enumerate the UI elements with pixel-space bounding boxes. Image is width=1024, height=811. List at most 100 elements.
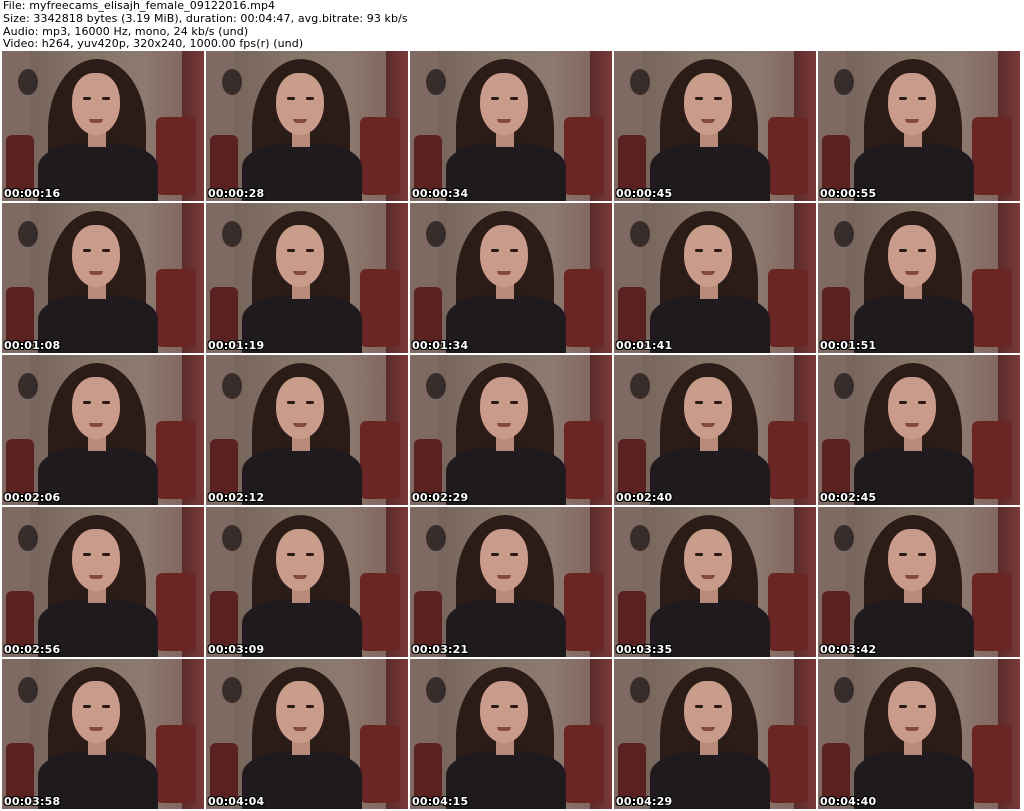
frame-timestamp: 00:01:51 (820, 339, 877, 352)
person-eye (102, 553, 110, 556)
wall-decoration (630, 677, 650, 703)
chair-left (210, 135, 238, 195)
person-eye (491, 705, 499, 708)
video-frame-thumbnail[interactable]: 00:03:21 (410, 507, 612, 657)
person-mouth (701, 575, 715, 579)
person-face (480, 73, 528, 135)
person-face (480, 681, 528, 743)
person-eye (695, 553, 703, 556)
person-mouth (293, 271, 307, 275)
person-mouth (89, 575, 103, 579)
video-frame-thumbnail[interactable]: 00:03:09 (206, 507, 408, 657)
wall-decoration (222, 677, 242, 703)
video-frame-thumbnail[interactable]: 00:04:29 (614, 659, 816, 809)
frame-timestamp: 00:03:42 (820, 643, 877, 656)
person-mouth (497, 423, 511, 427)
person-mouth (89, 727, 103, 731)
person-face (72, 681, 120, 743)
wall-decoration (630, 221, 650, 247)
chair-left (618, 439, 646, 499)
person-mouth (905, 119, 919, 123)
video-frame-thumbnail[interactable]: 00:00:34 (410, 51, 612, 201)
wall-decoration (222, 221, 242, 247)
file-name-line: File: myfreecams_elisajh_female_09122016… (3, 0, 276, 12)
person-face (72, 225, 120, 287)
video-frame-thumbnail[interactable]: 00:01:41 (614, 203, 816, 353)
frame-timestamp: 00:03:58 (4, 795, 61, 808)
chair-left (210, 743, 238, 803)
chair-left (618, 287, 646, 347)
video-frame-thumbnail[interactable]: 00:04:15 (410, 659, 612, 809)
chair-right (156, 269, 196, 347)
video-frame-thumbnail[interactable]: 00:02:29 (410, 355, 612, 505)
chair-left (6, 135, 34, 195)
person-eye (102, 401, 110, 404)
video-frame-thumbnail[interactable]: 00:01:51 (818, 203, 1020, 353)
person-mouth (89, 119, 103, 123)
video-frame-thumbnail[interactable]: 00:03:42 (818, 507, 1020, 657)
video-frame-thumbnail[interactable]: 00:02:12 (206, 355, 408, 505)
frame-timestamp: 00:02:40 (616, 491, 673, 504)
chair-left (414, 135, 442, 195)
person-face (888, 225, 936, 287)
person-eye (918, 553, 926, 556)
person-face (888, 377, 936, 439)
person-eye (102, 249, 110, 252)
video-frame-thumbnail[interactable]: 00:01:08 (2, 203, 204, 353)
chair-right (360, 573, 400, 651)
person-mouth (497, 575, 511, 579)
video-frame-thumbnail[interactable]: 00:02:40 (614, 355, 816, 505)
wall-decoration (834, 221, 854, 247)
frame-timestamp: 00:04:40 (820, 795, 877, 808)
person-face (72, 529, 120, 591)
video-frame-thumbnail[interactable]: 00:01:34 (410, 203, 612, 353)
chair-left (618, 743, 646, 803)
frame-timestamp: 00:04:29 (616, 795, 673, 808)
video-frame-thumbnail[interactable]: 00:03:58 (2, 659, 204, 809)
wall-decoration (222, 69, 242, 95)
chair-left (6, 439, 34, 499)
person-face (276, 681, 324, 743)
person-mouth (701, 423, 715, 427)
size-line: Size: 3342818 bytes (3.19 MiB), duration… (3, 11, 408, 25)
chair-right (972, 725, 1012, 803)
video-frame-thumbnail[interactable]: 00:02:06 (2, 355, 204, 505)
video-frame-thumbnail[interactable]: 00:00:45 (614, 51, 816, 201)
person-mouth (701, 119, 715, 123)
chair-right (156, 725, 196, 803)
person-eye (306, 553, 314, 556)
video-frame-thumbnail[interactable]: 00:00:55 (818, 51, 1020, 201)
person-eye (695, 249, 703, 252)
video-frame-thumbnail[interactable]: 00:00:28 (206, 51, 408, 201)
person-eye (287, 401, 295, 404)
video-frame-thumbnail[interactable]: 00:04:40 (818, 659, 1020, 809)
person-eye (83, 97, 91, 100)
person-eye (491, 97, 499, 100)
person-mouth (293, 727, 307, 731)
video-frame-thumbnail[interactable]: 00:00:16 (2, 51, 204, 201)
person-mouth (701, 271, 715, 275)
person-eye (510, 553, 518, 556)
frame-timestamp: 00:04:04 (208, 795, 265, 808)
frame-timestamp: 00:02:56 (4, 643, 61, 656)
chair-right (564, 117, 604, 195)
chair-right (156, 117, 196, 195)
person-face (684, 529, 732, 591)
frame-timestamp: 00:04:15 (412, 795, 469, 808)
person-eye (695, 705, 703, 708)
person-face (480, 377, 528, 439)
video-frame-thumbnail[interactable]: 00:01:19 (206, 203, 408, 353)
chair-right (156, 421, 196, 499)
person-mouth (497, 727, 511, 731)
video-frame-thumbnail[interactable]: 00:02:56 (2, 507, 204, 657)
chair-left (210, 287, 238, 347)
person-eye (306, 705, 314, 708)
wall-decoration (426, 373, 446, 399)
chair-right (768, 117, 808, 195)
video-frame-thumbnail[interactable]: 00:04:04 (206, 659, 408, 809)
person-eye (306, 401, 314, 404)
person-mouth (905, 575, 919, 579)
video-frame-thumbnail[interactable]: 00:02:45 (818, 355, 1020, 505)
video-frame-thumbnail[interactable]: 00:03:35 (614, 507, 816, 657)
person-eye (287, 97, 295, 100)
